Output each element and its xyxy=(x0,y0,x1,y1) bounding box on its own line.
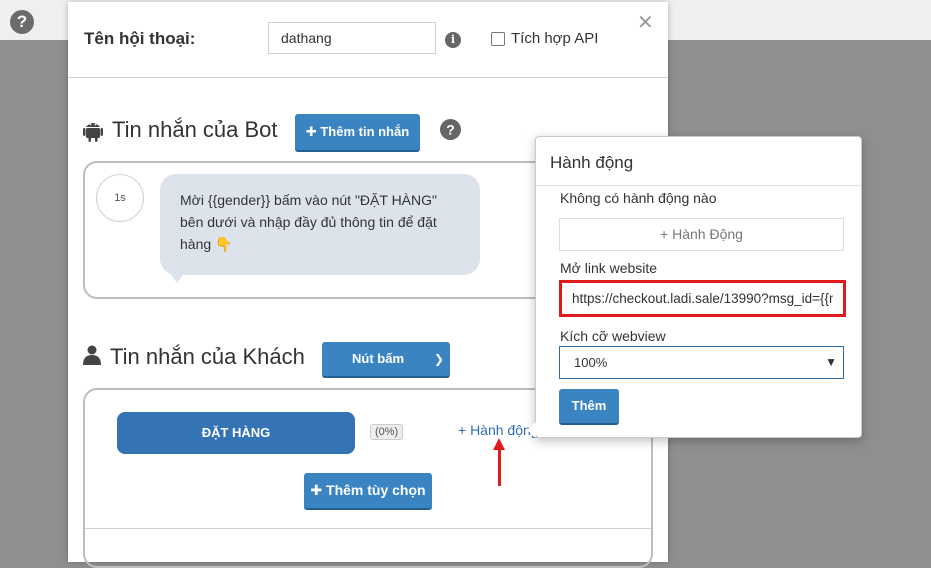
order-button[interactable]: ĐẶT HÀNG xyxy=(117,412,355,454)
api-integration-checkbox[interactable] xyxy=(491,32,505,46)
message-line: Mời {{gender}} bấm vào nút "ĐẶT HÀNG" xyxy=(180,192,437,208)
message-type-label: Nút bấm xyxy=(352,351,404,366)
webview-size-label: Kích cỡ webview xyxy=(560,328,666,344)
api-integration-label: Tích hợp API xyxy=(511,30,599,47)
action-popover: Hành động Không có hành động nào + Hành … xyxy=(527,136,862,438)
info-icon[interactable]: i xyxy=(445,32,461,48)
android-icon xyxy=(83,123,103,142)
dialog-header: Tên hội thoại: i Tích hợp API ✕ xyxy=(68,2,668,78)
message-line: hàng 👇 xyxy=(180,236,233,252)
bubble-tail xyxy=(167,269,187,283)
bot-message-bubble[interactable]: Mời {{gender}} bấm vào nút "ĐẶT HÀNG" bê… xyxy=(160,174,480,275)
add-option-button[interactable]: ✚ Thêm tùy chọn xyxy=(304,473,432,510)
message-type-dropdown[interactable]: Nút bấm ❯ xyxy=(322,342,450,378)
webview-size-select[interactable]: 100% ▼ xyxy=(559,346,844,379)
link-label: Mở link website xyxy=(560,260,658,276)
website-link-input[interactable] xyxy=(559,280,846,317)
conversation-name-input[interactable] xyxy=(268,22,436,54)
help-icon[interactable]: ? xyxy=(440,119,461,140)
add-option-label: Thêm tùy chọn xyxy=(326,482,426,498)
customer-section-title: Tin nhắn của Khách xyxy=(110,344,305,369)
plus-icon: ✚ xyxy=(305,124,317,139)
delay-indicator[interactable]: 1s xyxy=(96,174,144,222)
chevron-down-icon: ▼ xyxy=(825,355,837,369)
section-divider xyxy=(85,528,651,529)
svg-text:?: ? xyxy=(446,122,455,138)
no-action-text: Không có hành động nào xyxy=(560,190,717,206)
add-action-button[interactable]: + Hành Động xyxy=(559,218,844,251)
add-message-button[interactable]: ✚ Thêm tin nhắn xyxy=(295,114,420,152)
chevron-down-icon: ❯ xyxy=(433,352,444,366)
add-button[interactable]: Thêm xyxy=(559,389,619,425)
annotation-arrow-line xyxy=(498,446,501,486)
webview-size-value: 100% xyxy=(574,355,608,370)
popover-divider xyxy=(536,185,861,186)
help-icon[interactable]: ? xyxy=(10,10,34,34)
click-percentage: (0%) xyxy=(370,424,404,440)
user-icon xyxy=(83,345,101,365)
add-message-label: Thêm tin nhắn xyxy=(320,124,410,139)
popover-arrow xyxy=(527,422,536,438)
close-icon[interactable]: ✕ xyxy=(637,10,654,35)
message-line: bên dưới và nhập đầy đủ thông tin để đặt xyxy=(180,214,437,230)
popover-title: Hành động xyxy=(550,153,634,172)
bot-section-title: Tin nhắn của Bot xyxy=(112,117,278,142)
conversation-name-label: Tên hội thoại: xyxy=(84,29,196,48)
plus-icon: ✚ xyxy=(310,482,323,498)
